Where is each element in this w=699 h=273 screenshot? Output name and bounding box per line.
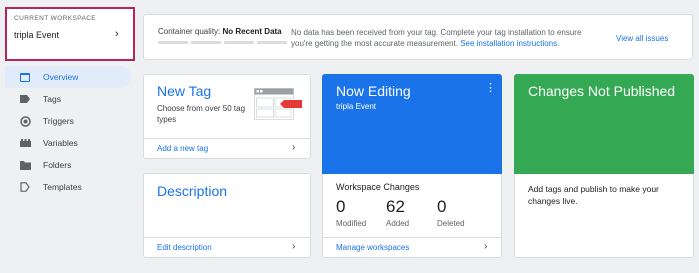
sidebar-item-label: Triggers — [43, 116, 74, 126]
sidebar-item-variables[interactable]: Variables — [5, 132, 131, 154]
divider — [323, 237, 501, 238]
sidebar-item-folders[interactable]: Folders — [5, 154, 131, 176]
workspace-name[interactable]: tripla Event — [14, 30, 59, 40]
added-label: Added — [386, 219, 410, 228]
container-quality-label: Container quality: No Recent Data — [158, 27, 282, 36]
edit-description-link[interactable]: Edit description — [157, 243, 212, 252]
sidebar-item-label: Variables — [43, 138, 78, 148]
sidebar-item-label: Tags — [43, 94, 61, 104]
add-new-tag-link[interactable]: Add a new tag — [157, 144, 208, 153]
sidebar-item-triggers[interactable]: Triggers — [5, 110, 131, 132]
changes-not-published-text: Add tags and publish to make your change… — [528, 184, 659, 206]
sidebar-item-label: Overview — [43, 72, 79, 82]
chevron-right-icon[interactable]: › — [115, 28, 119, 40]
deleted-count: 0 — [437, 197, 447, 216]
now-editing-workspace: tripla Event — [336, 102, 377, 111]
folder-icon — [19, 159, 31, 171]
new-tag-text: Choose from over 50 tag types — [157, 104, 246, 124]
overview-icon — [19, 71, 31, 83]
more-options-icon[interactable]: ⋮ — [485, 83, 496, 94]
modified-count: 0 — [336, 197, 346, 216]
workspace-caption: CURRENT WORKSPACE — [14, 15, 97, 22]
deleted-label: Deleted — [437, 219, 465, 228]
quality-bar-segment — [257, 41, 287, 44]
now-editing-title: Now Editing — [336, 83, 411, 99]
installation-instructions-link[interactable]: See installation instructions. — [460, 39, 559, 48]
quality-bar-segment — [158, 41, 188, 44]
added-count: 62 — [386, 197, 405, 216]
sidebar-item-label: Folders — [43, 160, 72, 170]
tag-icon — [19, 93, 31, 105]
banner-message: No data has been received from your tag.… — [291, 28, 582, 48]
divider — [144, 237, 310, 238]
manage-workspaces-link[interactable]: Manage workspaces — [336, 243, 409, 252]
view-all-issues-link[interactable]: View all issues — [616, 34, 668, 43]
container-quality-value: No Recent Data — [222, 27, 282, 36]
chevron-right-icon[interactable]: › — [292, 142, 295, 153]
sidebar-item-overview[interactable]: Overview — [5, 66, 131, 88]
template-icon — [19, 181, 31, 193]
new-tag-title: New Tag — [157, 83, 212, 99]
sidebar-item-label: Templates — [43, 182, 82, 192]
chevron-right-icon[interactable]: › — [292, 241, 295, 252]
variables-icon — [19, 137, 31, 149]
quality-bar-segment — [191, 41, 221, 44]
quality-bar-segment — [224, 41, 254, 44]
changes-not-published-title: Changes Not Published — [528, 83, 676, 99]
workspace-changes-title: Workspace Changes — [336, 182, 420, 192]
sidebar-item-tags[interactable]: Tags — [5, 88, 131, 110]
modified-label: Modified — [336, 219, 367, 228]
sidebar-item-templates[interactable]: Templates — [5, 176, 131, 198]
tag-illustration-icon — [254, 88, 304, 126]
trigger-icon — [19, 115, 31, 127]
divider — [144, 138, 310, 139]
description-title: Description — [157, 183, 228, 199]
chevron-right-icon[interactable]: › — [484, 241, 487, 252]
